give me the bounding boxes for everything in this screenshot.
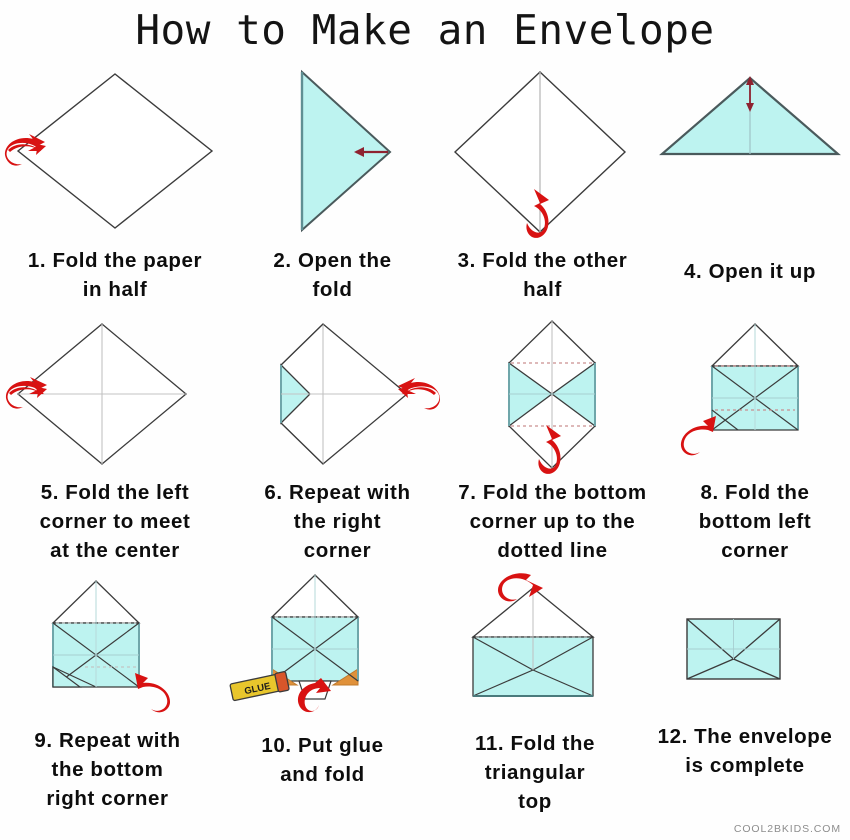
step-card-12: 12. The envelope is complete xyxy=(640,571,850,780)
step-figure-7 xyxy=(445,318,660,478)
step-card-7: 7. Fold the bottom corner up to the dott… xyxy=(445,318,660,565)
step-figure-6 xyxy=(230,318,445,478)
step-caption-8: 8. Fold the bottom left corner xyxy=(698,481,812,562)
step-caption-12: 12. The envelope is complete xyxy=(657,725,833,777)
step-figure-4 xyxy=(650,56,850,246)
step-caption-7: 7. Fold the bottom corner up to the dott… xyxy=(458,481,647,562)
curl-up-right-arrow-icon xyxy=(135,673,171,713)
step-row-3: 9. Repeat with the bottom right corner G… xyxy=(0,571,850,816)
step-card-8: 8. Fold the bottom left corner xyxy=(660,318,850,565)
step-figure-5 xyxy=(0,318,230,478)
paper-diamond xyxy=(16,73,214,229)
glue-tube-icon: GLUE xyxy=(229,671,290,702)
watermark: COOL2BKIDS.COM xyxy=(733,823,841,835)
curl-up-left-arrow-icon xyxy=(680,416,716,456)
step-card-3: 3. Fold the other half xyxy=(435,56,650,304)
step-caption-11: 11. Fold the triangular top xyxy=(475,732,595,813)
step-card-10: GLUE 10. Put glue and fold xyxy=(215,571,430,789)
step-caption-9: 9. Repeat with the bottom right corner xyxy=(34,729,181,810)
step-figure-2 xyxy=(230,56,435,246)
step-card-6: 6. Repeat with the right corner xyxy=(230,318,445,565)
step-caption-6: 6. Repeat with the right corner xyxy=(264,481,411,562)
step-caption-2: 2. Open the fold xyxy=(273,249,392,301)
step-card-9: 9. Repeat with the bottom right corner xyxy=(0,571,215,813)
step-card-5: 5. Fold the left corner to meet at the c… xyxy=(0,318,230,565)
step-figure-3 xyxy=(435,56,650,246)
step-figure-8 xyxy=(660,318,850,478)
step-caption-1: 1. Fold the paper in half xyxy=(27,249,203,301)
step-figure-11 xyxy=(430,571,640,726)
step-caption-4: 4. Open it up xyxy=(684,260,816,283)
instruction-sheet: How to Make an Envelope 1. Fold the pape… xyxy=(0,0,850,840)
step-caption-5: 5. Fold the left corner to meet at the c… xyxy=(39,481,191,562)
step-card-4: 4. Open it up xyxy=(650,56,850,286)
step-figure-10: GLUE xyxy=(215,571,430,726)
curl-right-arrow-icon xyxy=(398,378,440,410)
step-caption-10: 10. Put glue and fold xyxy=(261,734,384,786)
step-caption-3: 3. Fold the other half xyxy=(457,249,628,301)
step-figure-1 xyxy=(0,56,230,246)
step-figure-12 xyxy=(640,571,850,726)
step-figure-9 xyxy=(0,571,215,726)
step-row-2: 5. Fold the left corner to meet at the c… xyxy=(0,318,850,565)
step-row-1: 1. Fold the paper in half 2. Open the fo… xyxy=(0,56,850,304)
page-title: How to Make an Envelope xyxy=(135,6,715,54)
step-card-2: 2. Open the fold xyxy=(230,56,435,304)
step-card-1: 1. Fold the paper in half xyxy=(0,56,230,304)
step-card-11: 11. Fold the triangular top xyxy=(430,571,640,816)
